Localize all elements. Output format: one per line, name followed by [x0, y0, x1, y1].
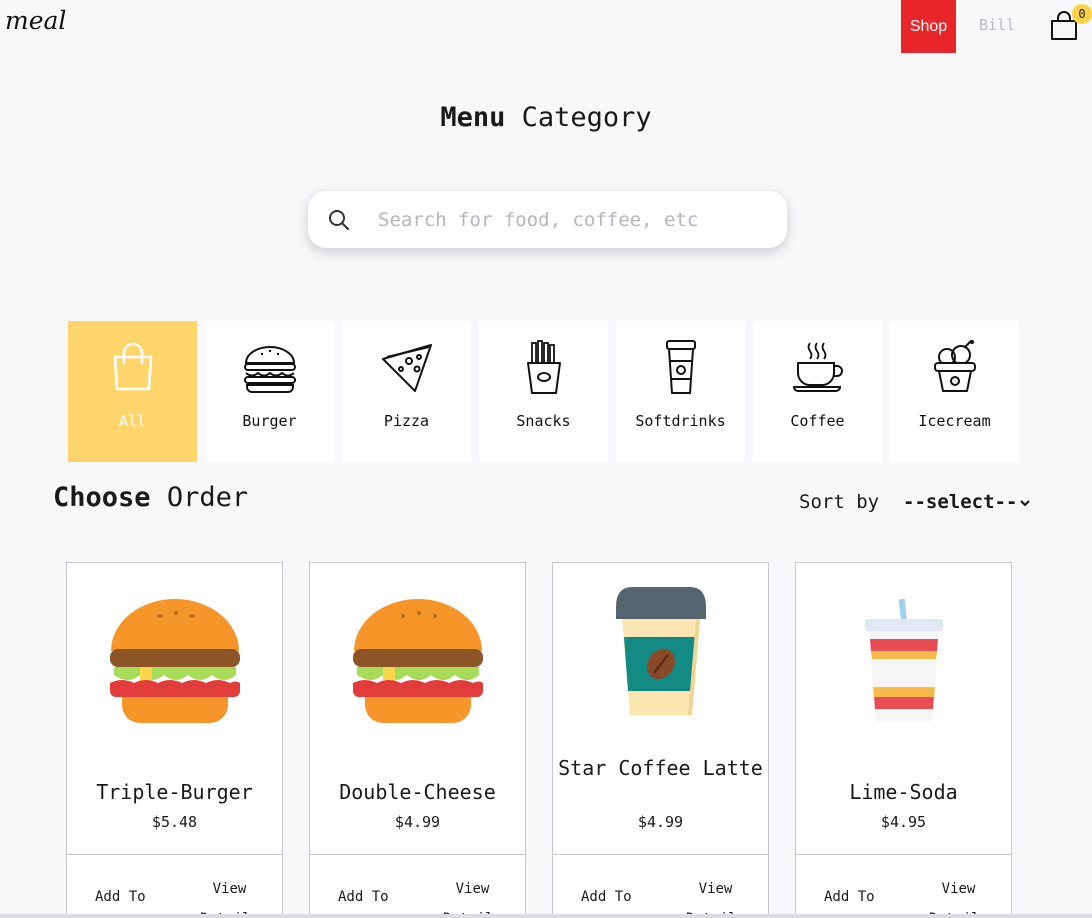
product-name: Lime-Soda: [849, 780, 958, 804]
add-to-cart-button[interactable]: Add To: [338, 889, 389, 905]
product-price: $4.95: [880, 813, 927, 831]
search-icon: [329, 210, 349, 230]
search-bar[interactable]: [308, 191, 787, 248]
product-image[interactable]: [796, 595, 1011, 745]
category-label: Pizza: [383, 412, 430, 430]
nav-shop-link[interactable]: Shop: [901, 0, 956, 53]
product-image[interactable]: [67, 583, 282, 733]
add-to-cart-button[interactable]: Add To: [824, 889, 875, 905]
category-pizza[interactable]: Pizza: [342, 321, 471, 462]
product-card[interactable]: Double-Cheese $4.99 Add To View Details: [309, 562, 526, 918]
category-all[interactable]: All: [68, 321, 197, 462]
burger-image-icon: [109, 599, 240, 723]
category-label: Snacks: [516, 412, 571, 430]
product-name: Double-Cheese: [339, 780, 496, 804]
product-name: Triple-Burger: [96, 780, 253, 804]
sort-label: Sort by: [799, 491, 880, 513]
category-softdrinks[interactable]: Softdrinks: [616, 321, 745, 462]
soda-cup-image-icon: [864, 598, 943, 721]
horizontal-scrollbar[interactable]: [0, 914, 1092, 918]
view-details-button[interactable]: View Details: [435, 874, 510, 918]
menu-title-rest: Category: [521, 102, 652, 133]
product-card[interactable]: Lime-Soda $4.95 Add To View Details: [795, 562, 1012, 918]
coffee-icon: [792, 342, 843, 392]
choose-title-rest: Order: [166, 482, 249, 513]
category-burger[interactable]: Burger: [205, 321, 334, 462]
chevron-down-icon: [1020, 499, 1031, 506]
view-details-button[interactable]: View Details: [678, 874, 753, 918]
product-price: $5.48: [151, 813, 198, 831]
category-label: Burger: [242, 412, 297, 430]
search-input[interactable]: [378, 205, 768, 235]
category-label: Coffee: [790, 412, 845, 430]
shopping-bag-icon: [113, 342, 153, 391]
product-price: $4.99: [637, 813, 684, 831]
icecream-icon: [934, 340, 976, 392]
pizza-icon: [382, 344, 432, 392]
category-coffee[interactable]: Coffee: [753, 321, 882, 462]
category-snacks[interactable]: Snacks: [479, 321, 608, 462]
burger-image-icon: [352, 599, 483, 723]
category-label: Softdrinks: [635, 412, 726, 430]
nav-bill-link[interactable]: Bill: [979, 16, 1015, 34]
add-to-cart-button[interactable]: Add To: [95, 889, 146, 905]
sort-selected-value: --select--: [903, 491, 1018, 513]
menu-category-heading: Menu Category: [0, 102, 1092, 133]
choose-order-heading: Choose Order: [53, 482, 248, 513]
category-label: All: [118, 412, 147, 430]
burger-icon: [244, 346, 296, 393]
card-divider: [553, 854, 768, 855]
product-image[interactable]: [553, 585, 768, 735]
choose-title-bold: Choose: [53, 482, 151, 513]
menu-title-bold: Menu: [440, 102, 506, 133]
product-image[interactable]: [310, 583, 525, 733]
category-icecream[interactable]: Icecream: [890, 321, 1019, 462]
view-details-button[interactable]: View Details: [921, 874, 996, 918]
add-to-cart-button[interactable]: Add To: [581, 889, 632, 905]
sort-select[interactable]: --select--: [903, 491, 1031, 513]
category-label: Icecream: [918, 412, 991, 430]
fries-icon: [527, 340, 561, 394]
product-name: Star Coffee Latte: [558, 756, 763, 780]
cup-icon: [666, 340, 696, 394]
product-price: $4.99: [394, 813, 441, 831]
card-divider: [796, 854, 1011, 855]
card-divider: [310, 854, 525, 855]
card-divider: [67, 854, 282, 855]
view-details-button[interactable]: View Details: [192, 874, 267, 918]
cart-count-badge: 0: [1072, 4, 1092, 24]
product-card[interactable]: Triple-Burger $5.48 Add To View Details: [66, 562, 283, 918]
coffee-cup-image-icon: [615, 587, 706, 715]
product-card[interactable]: Star Coffee Latte $4.99 Add To View Deta…: [552, 562, 769, 918]
app-logo[interactable]: meal: [5, 6, 66, 35]
